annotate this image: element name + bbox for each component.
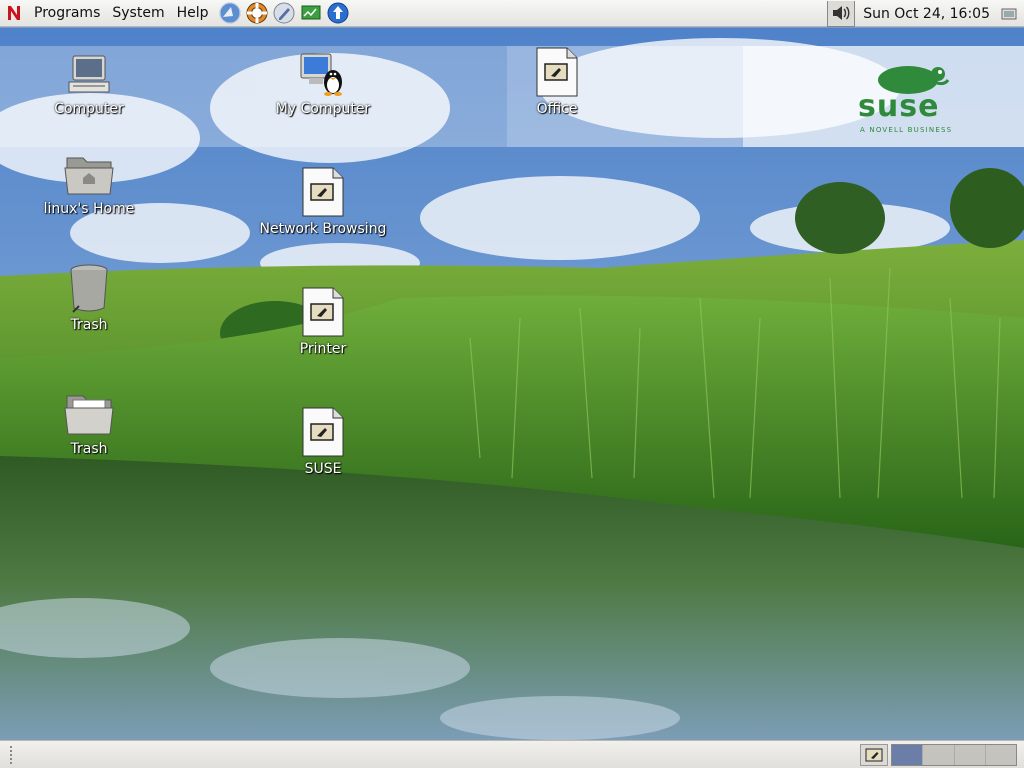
home-folder-icon <box>64 157 114 195</box>
icon-label: Computer <box>54 101 124 117</box>
top-panel: Programs System Help Sun Oct 24, 16:05 <box>0 0 1024 27</box>
desktop-icon-trash-folder[interactable]: Trash <box>24 390 154 457</box>
text-editor-icon[interactable] <box>272 1 296 25</box>
desktop-icon-printer[interactable]: Printer <box>258 286 388 357</box>
launcher-document-icon <box>302 167 344 217</box>
workspace-1[interactable] <box>892 745 924 765</box>
icon-label: Trash <box>70 441 108 457</box>
workspace-3[interactable] <box>954 745 986 765</box>
launcher-document-icon <box>302 407 344 457</box>
show-desktop-icon <box>865 748 883 762</box>
desktop-icon-trash[interactable]: Trash <box>24 262 154 333</box>
computer-icon <box>68 55 110 93</box>
desktop-icon-suse[interactable]: SUSE <box>258 406 388 477</box>
volume-icon[interactable] <box>827 0 856 27</box>
launcher-document-icon <box>536 47 578 97</box>
novell-n-logo-icon[interactable] <box>0 0 28 27</box>
desktop-icon-my-computer[interactable]: My Computer <box>258 50 388 117</box>
web-browser-icon[interactable] <box>218 1 242 25</box>
icon-label: Printer <box>299 341 347 357</box>
workspace-2[interactable] <box>923 745 955 765</box>
bottom-panel <box>0 740 1024 768</box>
launcher-document-icon <box>302 287 344 337</box>
system-menu[interactable]: System <box>106 0 170 27</box>
help-menu[interactable]: Help <box>171 0 215 27</box>
panel-clock[interactable]: Sun Oct 24, 16:05 <box>863 6 990 22</box>
tux-computer-icon <box>300 53 342 96</box>
desktop[interactable]: suse A NOVELL BUSINESS Computer My Compu… <box>0 28 1024 740</box>
tray-applet-icon[interactable] <box>1000 7 1018 21</box>
desktop-icon-home[interactable]: linux's Home <box>24 150 154 217</box>
icon-label: Office <box>536 101 578 117</box>
svg-text:A NOVELL BUSINESS: A NOVELL BUSINESS <box>860 126 952 134</box>
suse-logo: suse A NOVELL BUSINESS <box>856 62 956 136</box>
icon-label: My Computer <box>275 101 371 117</box>
workspace-switcher[interactable] <box>891 744 1017 766</box>
folder-documents-icon <box>64 395 114 435</box>
desktop-icon-office[interactable]: Office <box>492 46 622 117</box>
help-lifebuoy-icon[interactable] <box>245 1 269 25</box>
desktop-icon-computer[interactable]: Computer <box>24 50 154 117</box>
network-monitor-icon[interactable] <box>299 1 323 25</box>
icon-label: linux's Home <box>43 201 135 217</box>
icon-label: Network Browsing <box>259 221 387 237</box>
panel-drag-handle[interactable] <box>10 746 14 764</box>
svg-text:suse: suse <box>858 89 939 124</box>
workspace-4[interactable] <box>985 745 1016 765</box>
show-desktop-button[interactable] <box>860 744 888 766</box>
icon-label: SUSE <box>304 461 342 477</box>
software-update-icon[interactable] <box>326 1 350 25</box>
icon-label: Trash <box>70 317 108 333</box>
panel-tray: Sun Oct 24, 16:05 <box>827 0 1024 27</box>
desktop-icon-network-browsing[interactable]: Network Browsing <box>258 166 388 237</box>
programs-menu[interactable]: Programs <box>28 0 106 27</box>
trash-can-icon <box>70 264 108 313</box>
